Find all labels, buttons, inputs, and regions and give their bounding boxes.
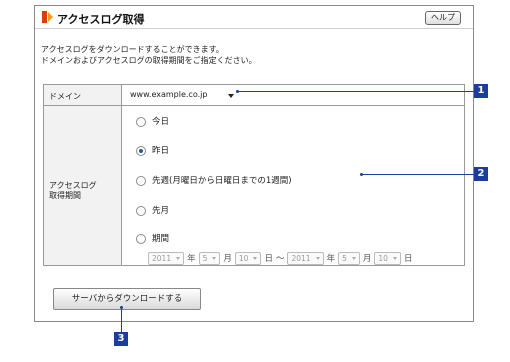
option-last-week-label: 先週(月曜日から日曜日までの1週間): [152, 176, 292, 186]
domain-label: ドメイン: [49, 92, 81, 101]
download-button[interactable]: サーバからダウンロードする: [53, 288, 201, 310]
option-last-week[interactable]: 先週(月曜日から日曜日までの1週間): [136, 175, 292, 187]
date-range-row: 2011 年 5 月 10 日〜 2011 年 5 月 10 日: [148, 252, 415, 265]
option-today-label: 今日: [152, 117, 170, 127]
from-year-select[interactable]: 2011: [148, 252, 185, 265]
description-line-1: アクセスログをダウンロードすることができます。: [41, 45, 224, 54]
row-divider: [44, 105, 464, 106]
option-today[interactable]: 今日: [136, 116, 169, 128]
panel-header: アクセスログ取得 ヘルプ: [35, 6, 473, 29]
option-last-month-label: 先月: [152, 206, 170, 216]
period-label-line-2: 取得期間: [49, 191, 81, 200]
radio-today[interactable]: [136, 116, 146, 127]
help-button[interactable]: ヘルプ: [425, 11, 461, 25]
label-column: [44, 85, 122, 265]
chevron-down-icon: [228, 94, 234, 98]
from-day-unit: 日: [264, 254, 273, 264]
callout-3-line: [121, 308, 122, 332]
callout-1: 1: [474, 84, 488, 98]
settings-table: ドメイン アクセスログ 取得期間 www.example.co.jp 今日 昨日…: [43, 84, 465, 266]
range-separator: 〜: [275, 254, 285, 264]
from-year-unit: 年: [187, 254, 196, 264]
to-day-select[interactable]: 10: [374, 252, 401, 265]
to-year-unit: 年: [326, 254, 336, 264]
callout-1-line: [238, 91, 474, 92]
radio-yesterday[interactable]: [136, 145, 146, 156]
to-month-unit: 月: [362, 254, 372, 264]
period-label: アクセスログ 取得期間: [49, 181, 97, 201]
callout-3: 3: [114, 332, 128, 346]
to-month-select[interactable]: 5: [338, 252, 360, 265]
option-last-month[interactable]: 先月: [136, 205, 169, 217]
option-period-label: 期間: [152, 234, 170, 244]
from-day-select[interactable]: 10: [234, 252, 262, 265]
description: アクセスログをダウンロードすることができます。 ドメインおよびアクセスログの取得…: [41, 44, 257, 66]
radio-last-month[interactable]: [136, 205, 146, 216]
page-title: アクセスログ取得: [57, 13, 145, 26]
domain-select[interactable]: www.example.co.jp: [127, 89, 237, 101]
period-label-line-1: アクセスログ: [49, 181, 97, 190]
access-log-panel: アクセスログ取得 ヘルプ アクセスログをダウンロードすることができます。 ドメイ…: [34, 5, 474, 322]
callout-2-line: [362, 174, 474, 175]
from-month-select[interactable]: 5: [198, 252, 221, 265]
option-period[interactable]: 期間: [136, 233, 169, 245]
header-arrow-icon: [42, 11, 53, 23]
option-yesterday-label: 昨日: [152, 146, 170, 156]
option-yesterday[interactable]: 昨日: [136, 145, 169, 157]
description-line-2: ドメインおよびアクセスログの取得期間をご指定ください。: [41, 56, 257, 65]
radio-last-week[interactable]: [136, 175, 146, 186]
callout-2: 2: [474, 167, 488, 181]
domain-select-value: www.example.co.jp: [130, 90, 208, 99]
radio-period[interactable]: [136, 233, 146, 244]
to-year-select[interactable]: 2011: [287, 252, 324, 265]
to-day-unit: 日: [403, 254, 413, 264]
from-month-unit: 月: [223, 254, 232, 264]
